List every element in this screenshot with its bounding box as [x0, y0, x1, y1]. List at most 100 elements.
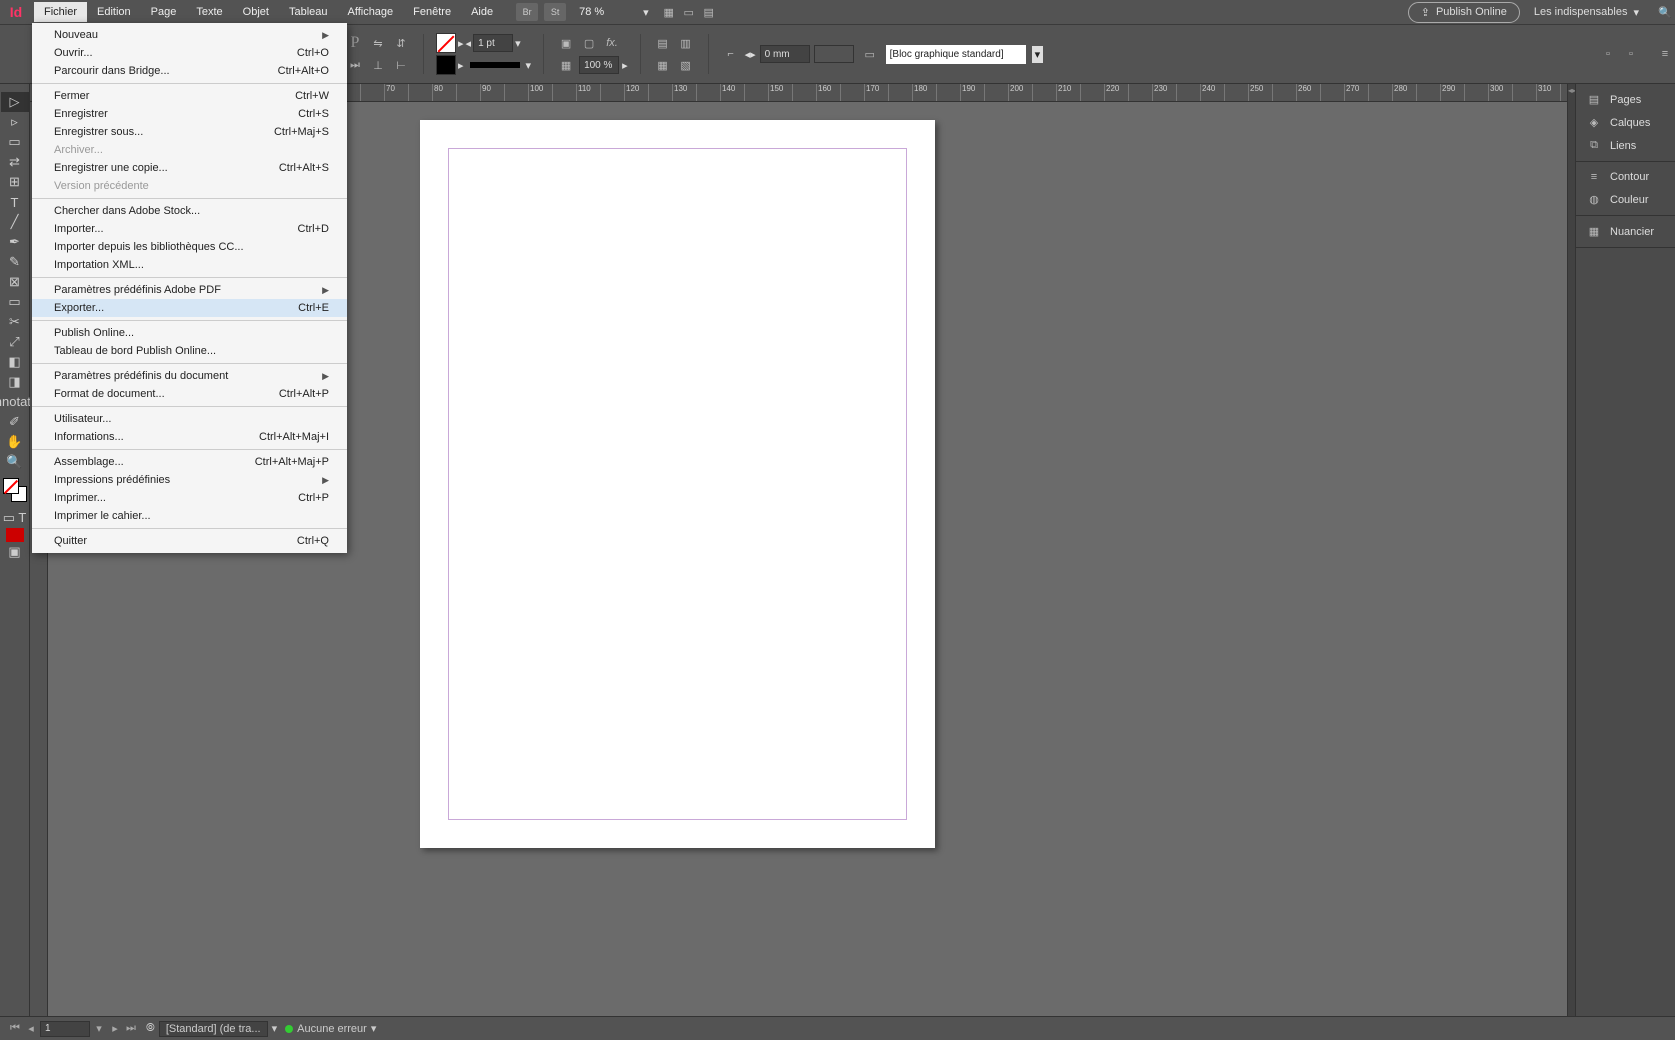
gradient-feather-tool[interactable]: ◨: [1, 372, 29, 392]
last-page-button[interactable]: ⏭: [124, 1022, 138, 1035]
menu-affichage[interactable]: Affichage: [338, 2, 404, 22]
chevron-right-icon[interactable]: ▸: [458, 37, 464, 50]
prev-page-button[interactable]: ◂: [24, 1022, 38, 1035]
menu-item-nouveau[interactable]: Nouveau▶: [32, 26, 347, 44]
direct-selection-tool[interactable]: ▹: [1, 112, 29, 132]
menu-item-enregistrer-sous-[interactable]: Enregistrer sous...Ctrl+Maj+S: [32, 123, 347, 141]
menu-tableau[interactable]: Tableau: [279, 2, 338, 22]
zoom-tool[interactable]: 🔍: [1, 452, 29, 472]
menu-item-parcourir-dans-bridge-[interactable]: Parcourir dans Bridge...Ctrl+Alt+O: [32, 62, 347, 80]
chevron-down-icon[interactable]: ▾: [1032, 46, 1044, 63]
menu-item-importer-depuis-les-biblioth-ques-cc-[interactable]: Importer depuis les bibliothèques CC...: [32, 238, 347, 256]
chevron-down-icon[interactable]: ▾: [272, 1022, 278, 1035]
chevron-down-icon[interactable]: ▾: [515, 37, 521, 50]
view-mode-button[interactable]: ▦: [659, 2, 679, 22]
bridge-button[interactable]: Br: [516, 3, 538, 21]
menu-item-importation-xml-[interactable]: Importation XML...: [32, 256, 347, 274]
workspace-switcher[interactable]: Les indispensables ▾: [1534, 6, 1639, 19]
page-tool[interactable]: ▭: [1, 132, 29, 152]
flip-h-icon[interactable]: ⇋: [368, 33, 388, 53]
menu-item-enregistrer-une-copie-[interactable]: Enregistrer une copie...Ctrl+Alt+S: [32, 159, 347, 177]
menu-fichier[interactable]: Fichier: [34, 2, 87, 22]
menu-item-enregistrer[interactable]: EnregistrerCtrl+S: [32, 105, 347, 123]
document-page[interactable]: [420, 120, 935, 848]
rectangle-frame-tool[interactable]: ⊠: [1, 272, 29, 292]
wrap-jump-icon[interactable]: ▦: [653, 55, 673, 75]
first-page-button[interactable]: ⏮: [8, 1022, 22, 1035]
panel-collapse-strip[interactable]: ◂▸: [1567, 84, 1575, 1016]
menu-item-exporter-[interactable]: Exporter...Ctrl+E: [32, 299, 347, 317]
corner-options-icon[interactable]: ⌐: [721, 44, 741, 64]
menu-item-ouvrir-[interactable]: Ouvrir...Ctrl+O: [32, 44, 347, 62]
menu-item-quitter[interactable]: QuitterCtrl+Q: [32, 532, 347, 550]
stroke-style-preview[interactable]: [470, 62, 520, 68]
fill-stroke-swatch[interactable]: [3, 478, 27, 502]
panel-contour[interactable]: ≡Contour: [1576, 166, 1675, 188]
fit-content-icon[interactable]: ▣: [556, 33, 576, 53]
menu-item-fermer[interactable]: FermerCtrl+W: [32, 87, 347, 105]
wrap-around-icon[interactable]: ▥: [676, 33, 696, 53]
page-dropdown-button[interactable]: ▾: [92, 1022, 106, 1035]
menu-item-param-tres-pr-d-finis-du-document[interactable]: Paramètres prédéfinis du document▶: [32, 367, 347, 385]
free-transform-tool[interactable]: ⤢: [1, 332, 29, 352]
hand-tool[interactable]: ✋: [1, 432, 29, 452]
menu-item-imprimer-le-cahier-[interactable]: Imprimer le cahier...: [32, 507, 347, 525]
align-v-icon[interactable]: ⊥: [368, 55, 388, 75]
mini-icon-2[interactable]: ▫: [1621, 44, 1641, 64]
next-page-button[interactable]: ▸: [108, 1022, 122, 1035]
panel-couleur[interactable]: ◍Couleur: [1576, 188, 1675, 211]
align-h-icon[interactable]: ⊢: [391, 55, 411, 75]
gradient-swatch-tool[interactable]: ◧: [1, 352, 29, 372]
page-number-input[interactable]: [40, 1021, 90, 1037]
panel-liens[interactable]: ⧉Liens: [1576, 134, 1675, 157]
panel-menu-icon[interactable]: ≡: [1655, 44, 1675, 64]
corner-radius-field[interactable]: 0 mm: [760, 45, 810, 63]
stock-button[interactable]: St: [544, 3, 566, 21]
menu-item-impressions-pr-d-finies[interactable]: Impressions prédéfinies▶: [32, 471, 347, 489]
menu-item-chercher-dans-adobe-stock-[interactable]: Chercher dans Adobe Stock...: [32, 202, 347, 220]
menu-item-informations-[interactable]: Informations...Ctrl+Alt+Maj+I: [32, 428, 347, 446]
fill-swatch[interactable]: [436, 33, 456, 53]
chevron-down-icon[interactable]: ▾: [526, 59, 532, 72]
selection-tool[interactable]: ▷: [1, 92, 29, 112]
panel-pages[interactable]: ▤Pages: [1576, 88, 1675, 111]
screen-mode-button[interactable]: ▭: [679, 2, 699, 22]
menu-item-param-tres-pr-d-finis-adobe-pdf[interactable]: Paramètres prédéfinis Adobe PDF▶: [32, 281, 347, 299]
wrap-none-icon[interactable]: ▤: [653, 33, 673, 53]
search-icon[interactable]: 🔍: [1655, 2, 1675, 22]
line-tool[interactable]: ╱: [1, 212, 29, 232]
pencil-tool[interactable]: ✎: [1, 252, 29, 272]
content-collector-tool[interactable]: ⊞: [1, 172, 29, 192]
pen-tool[interactable]: ✒: [1, 232, 29, 252]
panel-calques[interactable]: ◈Calques: [1576, 111, 1675, 134]
note-tool[interactable]: �annotations: [1, 392, 29, 412]
chevron-right-icon[interactable]: ▸: [622, 59, 628, 72]
fit-frame-icon[interactable]: ▢: [579, 33, 599, 53]
menu-page[interactable]: Page: [141, 2, 187, 22]
publish-online-button[interactable]: ⇪ Publish Online: [1408, 2, 1520, 23]
scale-pct-field[interactable]: 100 %: [579, 56, 619, 74]
menu-aide[interactable]: Aide: [461, 2, 503, 22]
preflight-status-label[interactable]: Aucune erreur: [297, 1023, 367, 1035]
p-icon[interactable]: P: [345, 33, 365, 53]
gap-tool[interactable]: ⇄: [1, 152, 29, 172]
menu-fenêtre[interactable]: Fenêtre: [403, 2, 461, 22]
menu-edition[interactable]: Edition: [87, 2, 141, 22]
fx-icon[interactable]: fx.: [602, 33, 622, 53]
menu-item-format-de-document-[interactable]: Format de document...Ctrl+Alt+P: [32, 385, 347, 403]
menu-objet[interactable]: Objet: [233, 2, 279, 22]
chevron-right-icon[interactable]: ▸: [458, 59, 464, 72]
menu-item-importer-[interactable]: Importer...Ctrl+D: [32, 220, 347, 238]
last-icon[interactable]: ⏭: [345, 55, 365, 75]
chevron-down-icon[interactable]: ▾: [643, 6, 649, 19]
chevron-icon[interactable]: ◂▸: [745, 48, 756, 61]
stroke-weight-field[interactable]: 1 pt: [473, 34, 513, 52]
chevron-down-icon[interactable]: ▾: [371, 1022, 377, 1035]
arrange-button[interactable]: ▤: [699, 2, 719, 22]
view-mode-normal[interactable]: ▣: [1, 542, 29, 562]
apply-fill-toggle[interactable]: ▭ T: [1, 508, 29, 528]
menu-item-utilisateur-[interactable]: Utilisateur...: [32, 410, 347, 428]
menu-item-assemblage-[interactable]: Assemblage...Ctrl+Alt+Maj+P: [32, 453, 347, 471]
eyedropper-tool[interactable]: ✐: [1, 412, 29, 432]
menu-texte[interactable]: Texte: [186, 2, 232, 22]
